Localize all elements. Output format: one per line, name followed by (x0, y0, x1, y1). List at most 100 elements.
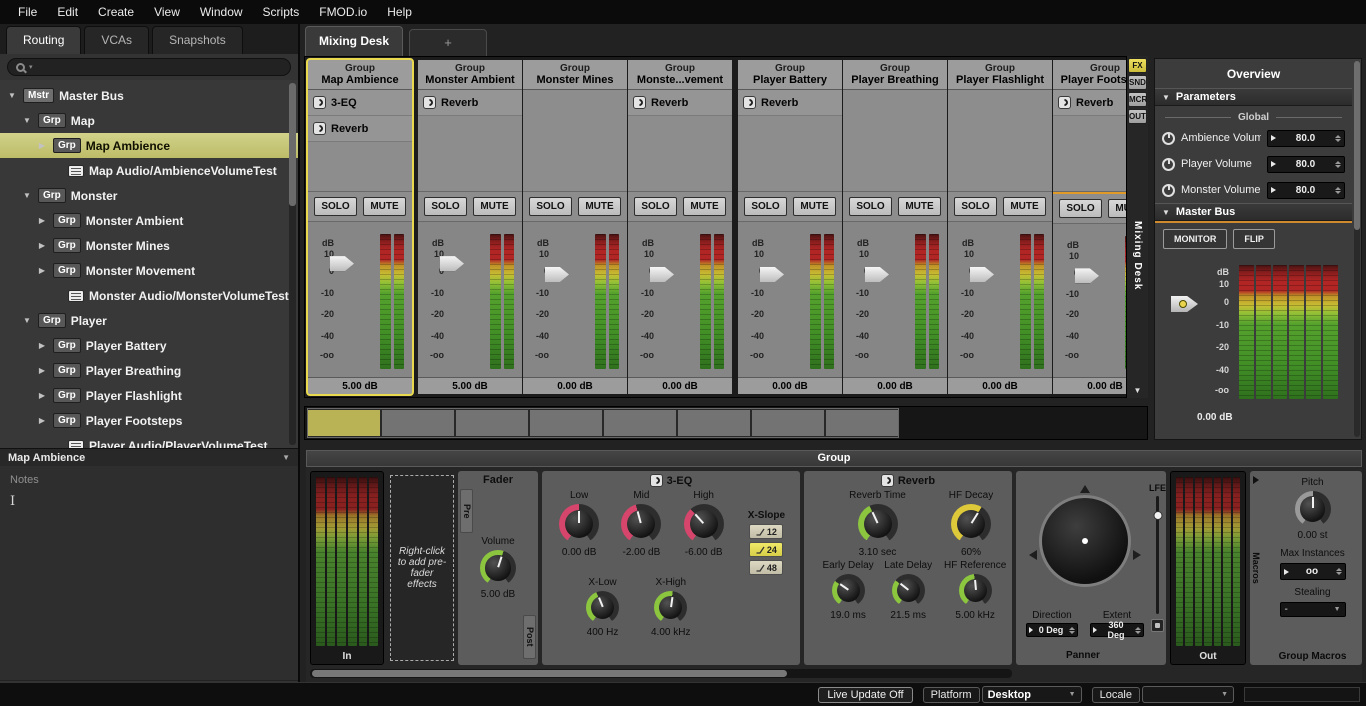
strip-header[interactable]: GroupMap Ambience (308, 60, 412, 90)
post-tab[interactable]: Post (523, 615, 536, 659)
eq-xhigh-knob[interactable] (654, 591, 687, 624)
deck-scrollbar-thumb[interactable] (312, 670, 787, 677)
collapse-arrow-icon[interactable]: ▶ (36, 341, 48, 350)
collapse-caret-icon[interactable]: ▼ (282, 453, 290, 462)
mixer-strip-player-breathing[interactable]: GroupPlayer BreathingSOLOMUTEdB100-10-20… (843, 60, 947, 394)
fader-handle[interactable] (545, 267, 569, 282)
selection-detail-header[interactable]: Map Ambience ▼ (0, 448, 298, 466)
strip-header[interactable]: GroupPlayer Flashlight (948, 60, 1052, 90)
macros-rail[interactable]: Macros (1250, 471, 1263, 665)
expand-arrow-icon[interactable]: ▼ (21, 316, 33, 325)
spinner-arrows-icon[interactable] (1069, 627, 1075, 634)
eq-low-knob[interactable] (559, 504, 599, 544)
early-delay-knob[interactable] (832, 574, 865, 607)
master-bus-section-header[interactable]: ▼ Master Bus (1155, 203, 1352, 221)
max-instances-field[interactable]: oo (1280, 563, 1346, 580)
fader-handle[interactable] (440, 256, 464, 271)
effect-item-reverb[interactable]: Reverb (418, 90, 522, 116)
eq-mid-knob[interactable] (621, 504, 661, 544)
hf-reference-knob[interactable] (959, 574, 992, 607)
lfe-slider[interactable] (1156, 496, 1159, 614)
fader-handle[interactable] (865, 267, 889, 282)
strip-fader[interactable]: dB100-10-20-40-oo (948, 222, 1052, 377)
tree-item-map-audio-ambiencevolumetest[interactable]: Map Audio/AmbienceVolumeTest (0, 158, 298, 183)
strip-fader[interactable]: dB100-10-20-40-oo (308, 222, 412, 377)
spinner-arrows-icon[interactable] (1335, 161, 1341, 168)
spinner-arrows-icon[interactable] (1335, 135, 1341, 142)
tree-item-map-ambience[interactable]: ▶GrpMap Ambience (0, 133, 298, 158)
rail-button-out[interactable]: OUT (1128, 109, 1147, 124)
collapse-arrow-icon[interactable]: ▶ (36, 391, 48, 400)
fader-handle[interactable] (760, 267, 784, 282)
spinner-arrows-icon[interactable] (1336, 568, 1342, 575)
strip-effects[interactable]: Reverb (738, 90, 842, 192)
mute-button[interactable]: MUTE (683, 197, 726, 216)
spinner-arrows-icon[interactable] (1335, 187, 1341, 194)
tab-snapshots[interactable]: Snapshots (152, 26, 243, 54)
parameter-value-box[interactable]: 80.0 (1267, 130, 1345, 147)
tree-item-master-bus[interactable]: ▼MstrMaster Bus (0, 83, 298, 108)
collapse-arrow-icon[interactable]: ▶ (36, 241, 48, 250)
tree-item-monster-ambient[interactable]: ▶GrpMonster Ambient (0, 208, 298, 233)
menu-create[interactable]: Create (88, 1, 144, 23)
tree-item-map[interactable]: ▼GrpMap (0, 108, 298, 133)
monitor-button[interactable]: MONITOR (1163, 229, 1227, 249)
mute-button[interactable]: MUTE (363, 197, 406, 216)
collapse-arrow-icon[interactable]: ▶ (36, 141, 48, 150)
tree-item-player[interactable]: ▼GrpPlayer (0, 308, 298, 333)
solo-button[interactable]: SOLO (314, 197, 357, 216)
strip-header[interactable]: GroupPlayer Battery (738, 60, 842, 90)
strip-header[interactable]: GroupPlayer Breathing (843, 60, 947, 90)
mute-button[interactable]: MUTE (578, 197, 621, 216)
master-fader[interactable]: dB100-10-20-40-oo (1163, 257, 1344, 407)
mixer-strip-player-flashlight[interactable]: GroupPlayer FlashlightSOLOMUTEdB100-10-2… (948, 60, 1052, 394)
new-tab-button[interactable]: + (409, 29, 487, 56)
menu-scripts[interactable]: Scripts (253, 1, 310, 23)
solo-button[interactable]: SOLO (529, 197, 572, 216)
search-input[interactable]: ▾ (7, 58, 291, 76)
flip-button[interactable]: FLIP (1233, 229, 1275, 249)
mute-button[interactable]: MUTE (473, 197, 516, 216)
mixing-desk-rail-label[interactable]: Mixing Desk (1132, 221, 1143, 290)
strip-fader[interactable]: dB100-10-20-40-oo (628, 222, 732, 377)
strip-effects[interactable]: 3-EQReverb (308, 90, 412, 192)
mixer-strip-monster-mines[interactable]: GroupMonster MinesSOLOMUTEdB100-10-20-40… (523, 60, 627, 394)
tree-item-player-audio-playervolumetest[interactable]: Player Audio/PlayerVolumeTest (0, 433, 298, 448)
rail-button-mcr[interactable]: MCR (1128, 92, 1147, 107)
volume-knob[interactable] (480, 550, 516, 586)
fader-handle[interactable] (1075, 268, 1099, 283)
prefader-drop-area[interactable]: Right-click to add pre-fader effects (390, 475, 454, 661)
collapse-arrow-icon[interactable]: ▶ (36, 266, 48, 275)
section-caret-icon[interactable]: ▼ (1162, 93, 1170, 102)
parameter-value-box[interactable]: 80.0 (1267, 156, 1345, 173)
tree-item-player-breathing[interactable]: ▶GrpPlayer Breathing (0, 358, 298, 383)
menu-fmod-io[interactable]: FMOD.io (309, 1, 377, 23)
xslope-24-button[interactable]: 24 (749, 542, 783, 557)
tree-item-monster-audio-monstervolumetest[interactable]: Monster Audio/MonsterVolumeTest (0, 283, 298, 308)
strip-effects[interactable]: Reverb (628, 90, 732, 192)
mute-button[interactable]: MUTE (793, 197, 836, 216)
live-update-button[interactable]: Live Update Off (818, 687, 912, 703)
panner-dial[interactable] (1039, 495, 1131, 587)
search-options-caret-icon[interactable]: ▾ (29, 63, 33, 71)
mixer-strip-monster-ambient[interactable]: GroupMonster AmbientReverbSOLOMUTEdB100-… (418, 60, 522, 394)
tree-item-player-footsteps[interactable]: ▶GrpPlayer Footsteps (0, 408, 298, 433)
tree-scrollbar[interactable] (289, 83, 296, 445)
parameter-value-box[interactable]: 80.0 (1267, 182, 1345, 199)
expand-arrow-icon[interactable]: ▼ (21, 191, 33, 200)
pitch-knob[interactable] (1295, 491, 1331, 527)
strip-fader[interactable]: dB100-10-20-40-oo (523, 222, 627, 377)
effect-item-reverb[interactable]: Reverb (628, 90, 732, 116)
macros-expand-icon[interactable] (1253, 476, 1259, 484)
xslope-12-button[interactable]: 12 (749, 524, 783, 539)
tab-routing[interactable]: Routing (6, 26, 81, 54)
strip-effects[interactable] (948, 90, 1052, 192)
mute-button[interactable]: MUTE (898, 197, 941, 216)
mixer-minimap[interactable] (304, 406, 1148, 440)
strip-fader[interactable]: dB100-10-20-40-oo (843, 222, 947, 377)
menu-help[interactable]: Help (377, 1, 422, 23)
strip-effects[interactable]: Reverb (418, 90, 522, 192)
tree-item-monster-mines[interactable]: ▶GrpMonster Mines (0, 233, 298, 258)
effect-item-reverb[interactable]: Reverb (308, 116, 412, 142)
platform-dropdown[interactable]: Desktop ▼ (982, 686, 1082, 703)
